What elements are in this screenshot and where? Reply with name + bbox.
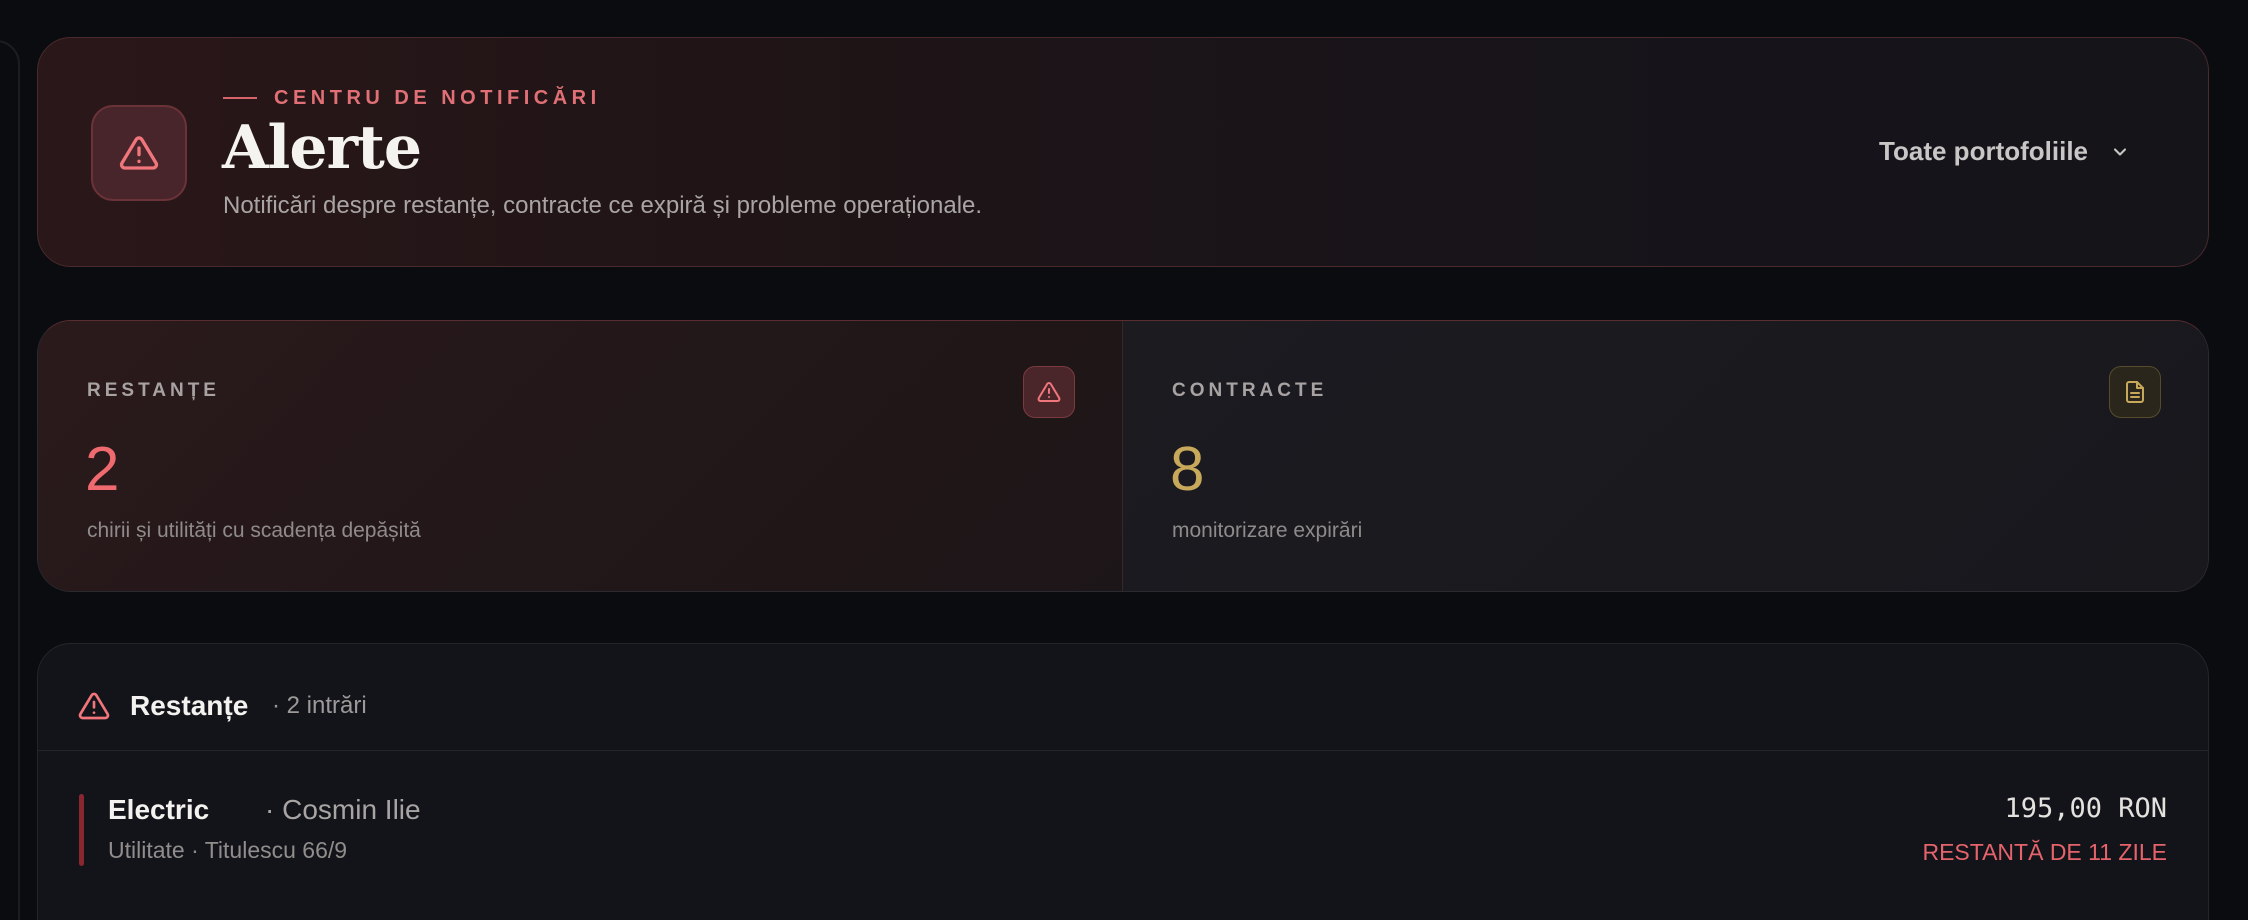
stat-restante-description: chirii și utilități cu scadența depășită [87, 519, 421, 542]
section-eyebrow: CENTRU DE NOTIFICĂRI [274, 87, 601, 109]
alert-triangle-icon [119, 136, 159, 170]
header-alert-icon-box [91, 105, 187, 201]
stat-contracte-description: monitorizare expirări [1172, 519, 1363, 542]
stat-restante-label: RESTANȚE [87, 380, 220, 401]
eyebrow-divider [223, 97, 257, 99]
restante-list-title: Restanțe [130, 690, 249, 721]
restante-list-card: Restanțe · 2 intrări Electric · Cosmin I… [37, 643, 2209, 920]
stat-contracte[interactable]: CONTRACTE 8 monitorizare expirări [1123, 321, 2208, 591]
stat-contracte-label: CONTRACTE [1172, 380, 1328, 401]
alerts-page: CENTRU DE NOTIFICĂRI Alerte Notificări d… [0, 0, 2248, 920]
page-subtitle: Notificări despre restanțe, contracte ce… [223, 192, 983, 219]
stat-restante-value: 2 [85, 435, 120, 504]
item-name: Electric [108, 794, 210, 825]
restante-list-header: Restanțe · 2 intrări [38, 644, 2208, 751]
alert-triangle-icon [78, 692, 110, 720]
document-icon [2126, 381, 2144, 403]
sidebar-edge [0, 40, 20, 920]
portfolio-select-value: Toate portofoliile [1879, 136, 2088, 166]
item-subtitle: Utilitate · Titulescu 66/9 [108, 837, 348, 863]
list-item[interactable]: Electric · Cosmin Ilie Utilitate · Titul… [79, 793, 2167, 920]
alert-triangle-icon [1037, 381, 1061, 402]
stat-restante[interactable]: RESTANȚE 2 chirii și utilități cu scaden… [38, 321, 1123, 591]
stat-contracte-icon-box [2109, 366, 2161, 418]
page-title: Alerte [222, 113, 422, 183]
item-tenant: · Cosmin Ilie [265, 794, 421, 825]
item-status: RESTANTĂ DE 11 ZILE [1922, 839, 2167, 865]
alerts-header-card: CENTRU DE NOTIFICĂRI Alerte Notificări d… [37, 37, 2209, 267]
restante-list-count: · 2 intrări [272, 692, 367, 719]
stat-restante-icon-box [1023, 366, 1075, 418]
portfolio-select[interactable]: Toate portofoliile [1879, 136, 2130, 167]
stat-contracte-value: 8 [1170, 435, 1205, 504]
stats-card: RESTANȚE 2 chirii și utilități cu scaden… [37, 320, 2209, 592]
row-status-bar [79, 794, 84, 866]
chevron-down-icon [2113, 147, 2127, 156]
item-amount: 195,00 RON [2004, 793, 2167, 824]
